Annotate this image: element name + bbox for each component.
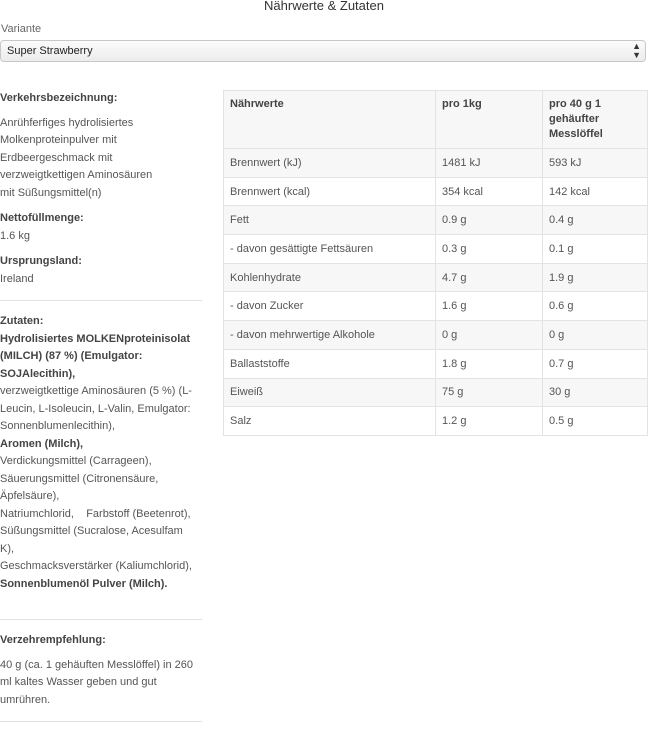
value-per-portion: 0.5 g (542, 406, 648, 436)
verzehr-heading: Verzehrempfehlung: (0, 634, 106, 646)
text-line: Verdickungsmittel (Carrageen), (0, 455, 152, 467)
table-row: - davon gesättigte Fettsäuren 0.3 g 0.1 g (223, 234, 648, 264)
product-info-column: Verkehrsbezeichnung: Anrühferfiges hydro… (0, 90, 202, 734)
divider (0, 300, 202, 301)
value-per-kg: 1.8 g (435, 348, 543, 379)
nutrition-table: Nährwerte pro 1kg pro 40 g 1 gehäufter M… (223, 90, 648, 436)
divider (0, 721, 202, 722)
text-line: 40 g (ca. 1 gehäuften Messlöffel) in 260 (0, 658, 194, 671)
value-per-portion: 30 g (542, 377, 648, 408)
variant-select[interactable]: Super Strawberry ▲ ▼ (0, 40, 646, 62)
header-pro-portion: pro 40 g 1 gehäufter Messlöffel (542, 90, 648, 149)
table-header-row: Nährwerte pro 1kg pro 40 g 1 gehäufter M… (223, 90, 648, 149)
text-line: Molkenproteinpulver mit (0, 134, 117, 146)
select-arrows-icon: ▲ ▼ (632, 41, 641, 60)
text-line: ml kaltes Wasser geben und gut (0, 676, 157, 688)
zutaten-text-2: Verdickungsmittel (Carrageen), Säuerungsm… (0, 453, 202, 576)
zutaten-bold-3: Sonnenblumenöl Pulver (Milch). (0, 576, 202, 594)
verzehr-text: 40 g (ca. 1 gehäuften Messlöffel) in 260… (0, 657, 202, 710)
text-line: K), (0, 542, 15, 555)
header-naehrwerte: Nährwerte (223, 90, 436, 149)
header-pro-1kg: pro 1kg (435, 90, 543, 149)
nutrient-name: Ballaststoffe (223, 348, 436, 379)
nutrient-name: Kohlenhydrate (223, 262, 436, 293)
value-per-kg: 4.7 g (435, 262, 543, 293)
nutrient-name: - davon mehrwertige Alkohole (223, 320, 436, 350)
text-line: Natriumchlorid, Farbstoff (Beetenrot), (0, 507, 191, 520)
value-per-kg: 1481 kJ (435, 148, 543, 178)
value-per-portion: 0 g (542, 320, 648, 350)
nutrient-name: - davon Zucker (223, 291, 436, 322)
table-row: Brennwert (kcal) 354 kcal 142 kcal (223, 176, 648, 207)
table-row: Salz 1.2 g 0.5 g (223, 406, 648, 436)
text-line: Hydrolisiertes MOLKENproteinisolat (0, 332, 191, 345)
variant-label: Variante (1, 23, 42, 35)
zutaten-heading: Zutaten: (0, 315, 44, 327)
text-line: umrühren. (0, 693, 51, 706)
value-per-portion: 0.6 g (542, 291, 648, 322)
value-per-portion: 1.9 g (542, 262, 648, 293)
text-line: SOJAlecithin), (0, 367, 76, 380)
netto-value: 1.6 kg (0, 229, 30, 242)
nutrient-name: Brennwert (kJ) (223, 148, 436, 178)
value-per-kg: 1.2 g (435, 406, 543, 436)
text-line: Erdbeergeschmack mit (0, 151, 113, 164)
nutrient-name: - davon gesättigte Fettsäuren (223, 234, 436, 264)
table-row: Brennwert (kJ) 1481 kJ 593 kJ (223, 148, 648, 178)
table-row: Kohlenhydrate 4.7 g 1.9 g (223, 262, 648, 293)
value-per-portion: 0.4 g (542, 205, 648, 236)
zutaten-bold-2: Aromen (Milch), (0, 436, 202, 454)
value-per-kg: 0.9 g (435, 205, 543, 236)
nutrient-name: Brennwert (kcal) (223, 176, 436, 207)
value-per-kg: 0.3 g (435, 234, 543, 264)
text-line: Sonnenblumenöl Pulver (Milch). (0, 577, 168, 590)
ursprung-heading: Ursprungsland: (0, 255, 82, 267)
text-line: Säuerungsmittel (Citronensäure, (0, 472, 159, 485)
text-line: verzweigtkettige Aminosäuren (5 %) (L- (0, 385, 192, 397)
value-per-portion: 0.7 g (542, 348, 648, 379)
table-row: - davon Zucker 1.6 g 0.6 g (223, 291, 648, 322)
table-row: Ballaststoffe 1.8 g 0.7 g (223, 348, 648, 379)
text-line: Süßungsmittel (Sucralose, Acesulfam (0, 525, 183, 537)
text-line: Geschmacksverstärker (Kaliumchlorid), (0, 560, 192, 572)
ursprung-value: Ireland (0, 272, 34, 285)
text-line: Sonnenblumenlecithin), (0, 420, 115, 432)
table-row: Fett 0.9 g 0.4 g (223, 205, 648, 236)
text-line: (MILCH) (87 %) (Emulgator: (0, 350, 143, 362)
value-per-portion: 0.1 g (542, 234, 648, 264)
nutrient-name: Fett (223, 205, 436, 236)
zutaten-text-1: verzweigtkettige Aminosäuren (5 %) (L- Le… (0, 383, 202, 436)
zutaten-bold-1: Hydrolisiertes MOLKENproteinisolat (MILCH… (0, 331, 202, 384)
text-line: Anrühferfiges hydrolisiertes (0, 116, 134, 129)
value-per-portion: 593 kJ (542, 148, 648, 178)
value-per-portion: 142 kcal (542, 176, 648, 207)
nutrient-name: Eiweiß (223, 377, 436, 408)
text-line: Äpfelsäure), (0, 490, 60, 502)
text-line: mit Süßungsmittel(n) (0, 186, 102, 199)
netto-heading: Nettofüllmenge: (0, 212, 84, 224)
text-line: verzweigtkettigen Aminosäuren (0, 169, 153, 181)
text-line: Aromen (Milch), (0, 437, 84, 450)
value-per-kg: 0 g (435, 320, 543, 350)
divider (0, 619, 202, 620)
table-row: Eiweiß 75 g 30 g (223, 377, 648, 408)
value-per-kg: 75 g (435, 377, 543, 408)
value-per-kg: 1.6 g (435, 291, 543, 322)
verkehrs-text: Anrühferfiges hydrolisiertes Molkenprotei… (0, 115, 202, 203)
verkehrs-heading: Verkehrsbezeichnung: (0, 92, 118, 104)
text-line: Leucin, L-Isoleucin, L-Valin, Emulgator: (0, 402, 191, 415)
section-title: Nährwerte & Zutaten (264, 0, 384, 13)
variant-selected-value: Super Strawberry (7, 45, 93, 57)
table-row: - davon mehrwertige Alkohole 0 g0 g (223, 320, 648, 350)
nutrient-name: Salz (223, 406, 436, 436)
value-per-kg: 354 kcal (435, 176, 543, 207)
